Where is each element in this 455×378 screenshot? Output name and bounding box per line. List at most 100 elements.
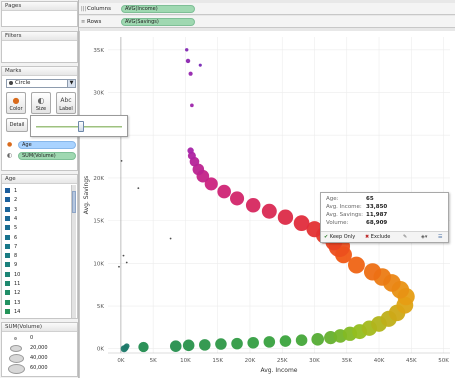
age-legend-item[interactable]: 7 <box>5 243 71 252</box>
data-point[interactable] <box>230 191 245 206</box>
size-legend-item[interactable]: 20,000 <box>6 344 76 353</box>
data-point[interactable] <box>169 340 182 352</box>
data-point[interactable] <box>125 261 128 264</box>
group-icon[interactable]: ◈▾ <box>421 232 427 243</box>
age-legend-label: 10 <box>14 271 21 278</box>
data-point[interactable] <box>215 338 227 350</box>
size-legend-item[interactable]: 60,000 <box>6 364 76 374</box>
age-legend-item[interactable]: 10 <box>5 271 71 280</box>
data-point[interactable] <box>120 345 128 353</box>
data-point[interactable] <box>293 215 310 232</box>
x-icon: ✖ <box>365 234 370 240</box>
age-legend-label: 1 <box>14 188 18 194</box>
y-tick-label: 30K <box>93 91 104 97</box>
data-point[interactable] <box>217 184 231 199</box>
age-legend-label: 3 <box>14 206 18 213</box>
data-point[interactable] <box>138 341 149 353</box>
age-legend-item[interactable]: 14 <box>5 308 71 317</box>
scrollbar-thumb[interactable] <box>72 191 76 213</box>
data-point[interactable] <box>198 63 202 67</box>
detail-slider-popup[interactable] <box>30 115 128 137</box>
tooltip-value: 33,850 <box>366 204 388 210</box>
age-legend-item[interactable]: 13 <box>5 299 71 308</box>
data-point[interactable] <box>185 48 189 52</box>
legend-swatch <box>5 234 10 240</box>
size-legend-item[interactable]: 40,000 <box>6 354 76 363</box>
mark-type-select[interactable]: Circle ▼ <box>6 79 76 88</box>
age-legend-item[interactable]: 8 <box>5 252 71 261</box>
data-point[interactable] <box>231 337 243 350</box>
data-point[interactable] <box>122 254 125 257</box>
slider-handle[interactable] <box>78 121 84 132</box>
age-legend-item[interactable]: 11 <box>5 280 71 289</box>
color-button-label: Color <box>9 106 23 112</box>
x-tick-label: 20K <box>245 358 256 364</box>
data-point[interactable] <box>363 263 382 281</box>
data-point[interactable] <box>277 209 294 225</box>
size-legend-item[interactable]: 0 <box>6 334 76 343</box>
rows-pill[interactable]: AVG(Savings) <box>121 18 195 26</box>
legend-swatch <box>5 188 10 193</box>
volume-size-pill[interactable]: SUM(Volume) <box>18 152 76 160</box>
data-point[interactable] <box>120 159 123 162</box>
chevron-down-icon[interactable]: ▼ <box>67 80 75 87</box>
color-palette-icon: ● <box>12 96 20 105</box>
data-point[interactable] <box>137 187 140 190</box>
age-legend-item[interactable]: 3 <box>5 206 71 215</box>
data-point[interactable] <box>187 147 194 154</box>
y-tick-label: 35K <box>93 48 104 54</box>
exclude-button[interactable]: ✖ Exclude <box>365 232 390 243</box>
y-tick-label: 20K <box>93 176 104 182</box>
keep-only-button[interactable]: ✔ Keep Only <box>324 232 355 243</box>
data-point[interactable] <box>185 58 191 64</box>
x-tick-label: 30K <box>309 358 320 364</box>
age-legend-item[interactable]: 12 <box>5 289 71 298</box>
detail-button[interactable]: Detail <box>6 118 28 132</box>
age-legend-item[interactable]: 1 <box>5 187 71 196</box>
data-point[interactable] <box>311 333 325 346</box>
data-point[interactable] <box>261 203 277 219</box>
data-point[interactable] <box>188 71 193 76</box>
data-point[interactable] <box>199 339 211 351</box>
data-point[interactable] <box>169 237 172 240</box>
tooltip-row: Age: 65 <box>326 196 374 203</box>
paperclip-icon[interactable]: ✎ <box>403 232 407 243</box>
legend-swatch <box>5 299 10 305</box>
data-point[interactable] <box>245 197 261 213</box>
x-tick-label: 15K <box>212 358 223 364</box>
data-point[interactable] <box>190 103 194 108</box>
rows-shelf[interactable]: ≡ Rows AVG(Savings) <box>79 16 455 28</box>
columns-shelf[interactable]: |||Columns AVG(Income) <box>79 3 455 15</box>
age-legend-item[interactable]: 6 <box>5 234 71 243</box>
age-legend-label: 4 <box>14 215 18 222</box>
age-legend-scrollbar[interactable] <box>71 185 76 318</box>
data-point[interactable] <box>279 335 292 347</box>
age-legend-label: 5 <box>14 225 18 232</box>
x-axis-label: Avg. Income <box>260 367 297 374</box>
age-legend-item[interactable]: 4 <box>5 215 71 224</box>
data-point[interactable] <box>182 339 195 352</box>
label-button-label: Label <box>59 106 73 112</box>
tooltip-value: 11,987 <box>366 212 388 218</box>
view-data-icon[interactable]: ☰ <box>438 232 442 243</box>
color-button[interactable]: ● Color <box>6 92 26 114</box>
columns-label-text: Columns <box>87 6 111 12</box>
filters-card[interactable]: Filters <box>1 31 78 63</box>
legend-swatch <box>5 281 10 286</box>
x-tick-label: 40K <box>374 358 385 364</box>
data-point[interactable] <box>118 265 120 268</box>
size-field-icon: ◐ <box>7 152 13 159</box>
columns-pill[interactable]: AVG(Income) <box>121 5 195 13</box>
age-legend-item[interactable]: 5 <box>5 224 71 233</box>
age-legend-title: Age <box>2 175 77 184</box>
age-color-pill[interactable]: Age <box>18 141 76 149</box>
data-point[interactable] <box>247 336 259 349</box>
size-icon: ◐ <box>37 96 45 105</box>
marks-title: Marks <box>2 67 77 76</box>
age-legend-item[interactable]: 9 <box>5 261 71 270</box>
size-button[interactable]: ◐ Size <box>31 92 51 114</box>
age-legend-item[interactable]: 2 <box>5 196 71 205</box>
label-button[interactable]: Abc Label <box>56 92 76 114</box>
data-point[interactable] <box>263 336 276 348</box>
data-point[interactable] <box>295 334 308 346</box>
